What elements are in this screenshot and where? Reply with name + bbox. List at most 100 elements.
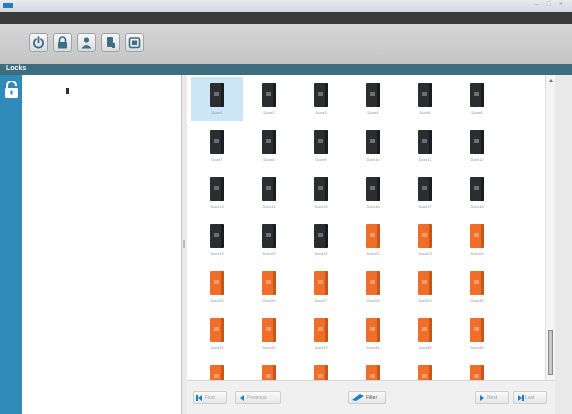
lock-tile[interactable]: Door19 (191, 218, 243, 262)
lock-tile[interactable]: Door15 (295, 171, 347, 215)
lock-tile[interactable]: Door16 (347, 171, 399, 215)
lock-tile[interactable]: Door34 (347, 312, 399, 356)
lock-knob (370, 92, 375, 96)
lock-tile[interactable]: Door23 (399, 218, 451, 262)
last-page-button[interactable]: Last (513, 391, 547, 404)
first-page-button[interactable]: First (193, 391, 227, 404)
lock-knob (318, 186, 323, 190)
lock-tile[interactable]: Door1 (191, 77, 243, 121)
door-lock-icon (314, 271, 328, 295)
door-lock-icon (262, 130, 276, 154)
tablet-button[interactable] (125, 33, 144, 52)
lock-knob (318, 233, 323, 237)
lock-label: Door25 (210, 298, 224, 303)
section-title: Locks (6, 65, 27, 72)
filter-button[interactable]: Filter (348, 391, 386, 404)
lock-tile[interactable]: Door9 (295, 124, 347, 168)
lock-tile[interactable]: Door24 (451, 218, 503, 262)
lock-tile[interactable]: Door3 (295, 77, 347, 121)
previous-page-button[interactable]: Previous (235, 391, 281, 404)
lock-knob (318, 374, 323, 378)
lock-tile[interactable]: Door2 (243, 77, 295, 121)
locks-button[interactable] (53, 33, 72, 52)
scrollbar-thumb[interactable] (548, 330, 553, 375)
lock-label: Door17 (418, 204, 432, 209)
devices-button[interactable] (101, 33, 120, 52)
lock-tile[interactable]: Door35 (399, 312, 451, 356)
last-page-label: Last (525, 394, 535, 401)
lock-knob (214, 139, 219, 143)
lock-tile[interactable]: Door30 (451, 265, 503, 309)
scroll-up-icon[interactable] (549, 79, 553, 82)
lock-knob (266, 327, 271, 331)
filter-label: Filter (366, 394, 378, 401)
splitter-grip[interactable] (183, 240, 185, 248)
door-lock-icon (470, 318, 484, 342)
lock-knob (474, 280, 479, 284)
lock-tile[interactable]: Door31 (191, 312, 243, 356)
door-lock-icon (262, 83, 276, 107)
previous-icon (240, 394, 244, 401)
lock-tile[interactable]: Door36 (451, 312, 503, 356)
tree-node[interactable] (66, 88, 71, 94)
first-page-icon (198, 394, 202, 401)
lock-knob (474, 327, 479, 331)
title-bar: – □ × (0, 0, 572, 12)
users-button[interactable] (77, 33, 96, 52)
lock-label: Door1 (211, 110, 223, 115)
lock-tile[interactable]: Door17 (399, 171, 451, 215)
door-lock-icon (262, 177, 276, 201)
lock-tile[interactable]: Door18 (451, 171, 503, 215)
lock-tile[interactable]: Door7 (191, 124, 243, 168)
lock-label: Door10 (366, 157, 380, 162)
lock-label: Door35 (418, 345, 432, 350)
lock-label: Door13 (210, 204, 224, 209)
door-lock-icon (210, 130, 224, 154)
lock-tile[interactable]: Door5 (399, 77, 451, 121)
filter-icon (352, 394, 364, 401)
window-controls[interactable]: – □ × (535, 1, 566, 8)
lock-tile[interactable]: Door13 (191, 171, 243, 215)
lock-tile[interactable]: Door12 (451, 124, 503, 168)
lock-label: Door9 (315, 157, 327, 162)
lock-knob (474, 139, 479, 143)
lock-tile[interactable]: Door33 (295, 312, 347, 356)
unlock-icon[interactable] (3, 81, 20, 99)
locks-grid: Door1 Door2 Door3 Door4 Door5 Door6 Door7 Door8… (187, 75, 545, 389)
lock-knob (370, 139, 375, 143)
lock-knob (266, 374, 271, 378)
lock-tile[interactable]: Door22 (347, 218, 399, 262)
lock-tile[interactable]: Door20 (243, 218, 295, 262)
lock-knob (474, 92, 479, 96)
lock-knob (318, 327, 323, 331)
lock-label: Door12 (470, 157, 484, 162)
lock-tile[interactable]: Door11 (399, 124, 451, 168)
lock-tile[interactable]: Door4 (347, 77, 399, 121)
lock-knob (370, 280, 375, 284)
lock-tile[interactable]: Door14 (243, 171, 295, 215)
lock-label: Door3 (315, 110, 327, 115)
door-lock-icon (314, 177, 328, 201)
next-page-button[interactable]: Next (475, 391, 509, 404)
lock-tile[interactable]: Door32 (243, 312, 295, 356)
power-button[interactable] (29, 33, 48, 52)
lock-knob (214, 374, 219, 378)
door-lock-icon (366, 177, 380, 201)
lock-tile[interactable]: Door6 (451, 77, 503, 121)
lock-knob (474, 233, 479, 237)
lock-tile[interactable]: Door8 (243, 124, 295, 168)
lock-knob (266, 139, 271, 143)
lock-tile[interactable]: Door21 (295, 218, 347, 262)
lock-knob (474, 186, 479, 190)
vertical-scrollbar[interactable] (545, 75, 555, 380)
lock-tile[interactable]: Door25 (191, 265, 243, 309)
lock-tile[interactable]: Door28 (347, 265, 399, 309)
lock-knob (422, 327, 427, 331)
lock-label: Door34 (366, 345, 380, 350)
lock-knob (266, 186, 271, 190)
lock-tile[interactable]: Door26 (243, 265, 295, 309)
lock-tile[interactable]: Door29 (399, 265, 451, 309)
next-icon (480, 394, 484, 401)
lock-tile[interactable]: Door27 (295, 265, 347, 309)
lock-tile[interactable]: Door10 (347, 124, 399, 168)
